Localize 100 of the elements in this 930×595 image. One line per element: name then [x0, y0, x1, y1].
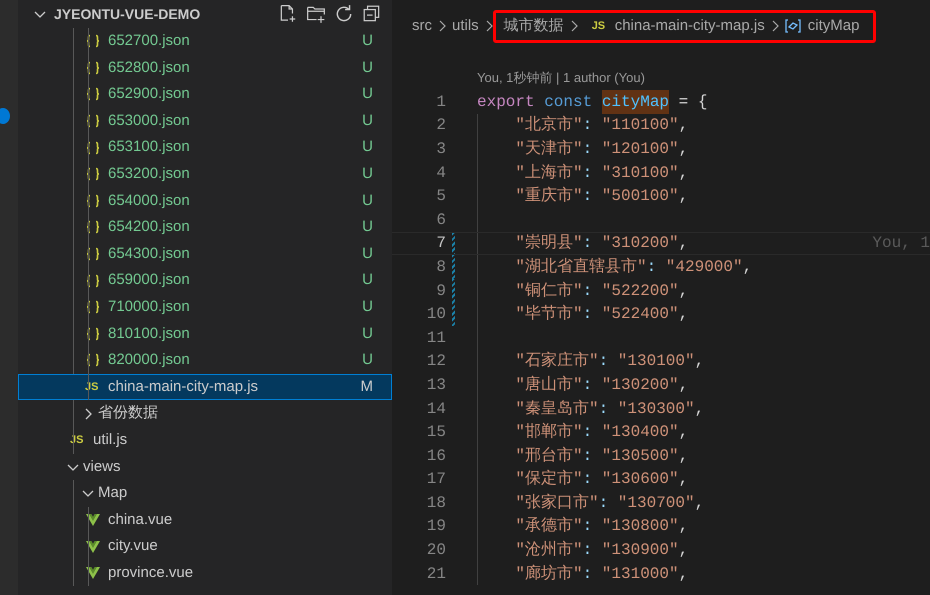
string-literal: "130300": [618, 398, 695, 420]
string-literal: "湖北省直辖县市": [515, 256, 647, 278]
keyword: export: [477, 92, 535, 113]
notification-dot-icon: [0, 108, 10, 124]
file-item[interactable]: 654200.json U: [18, 214, 392, 241]
string-literal: "邯郸市": [515, 422, 583, 444]
code-token: :: [582, 516, 592, 538]
string-literal: "邢台市": [515, 446, 583, 467]
braces-icon: [85, 166, 101, 182]
string-literal: "130400": [602, 422, 679, 444]
breadcrumb-item[interactable]: china-main-city-map.js: [614, 15, 765, 38]
file-item[interactable]: 659000.json U: [18, 267, 392, 294]
breadcrumb-item[interactable]: src: [412, 15, 432, 38]
git-status-letter: U: [362, 58, 374, 78]
string-literal: "石家庄市": [515, 350, 599, 372]
string-literal: "310100": [602, 162, 679, 184]
blame-annotation: You, 1: [872, 233, 930, 254]
identifier: cityMap: [602, 90, 670, 114]
line-number: 9: [435, 280, 446, 302]
string-literal: "130700": [618, 492, 695, 514]
code-token: :: [582, 280, 592, 302]
code-token: :: [582, 162, 592, 184]
folder-item[interactable]: Map: [18, 480, 392, 507]
line-number: 3: [435, 138, 446, 160]
file-item[interactable]: 810100.json U: [18, 320, 392, 348]
git-status-letter: U: [362, 84, 374, 104]
code-token: = {: [678, 92, 708, 113]
folder-item[interactable]: views: [18, 454, 392, 480]
string-literal: "铜仁市": [515, 280, 583, 302]
code-token: :: [598, 351, 608, 372]
code-token: ,: [742, 256, 752, 278]
line-number: 19: [426, 516, 446, 538]
string-literal: "429000": [666, 256, 743, 278]
code-token: ,: [678, 138, 688, 160]
code-token: ,: [678, 422, 688, 444]
folder-item[interactable]: 省份数据: [18, 400, 392, 427]
braces-icon: [85, 140, 101, 156]
string-literal: "110100": [602, 115, 679, 136]
file-item[interactable]: 653000.json U: [18, 108, 392, 134]
breadcrumb-item[interactable]: 城市数据: [504, 15, 564, 38]
string-literal: "保定市": [515, 468, 583, 490]
file-item[interactable]: 652700.json U: [18, 28, 392, 55]
codelens-text[interactable]: You, 1秒钟前 | 1 author (You): [392, 68, 930, 90]
braces-icon: [85, 33, 101, 50]
git-status-letter: U: [362, 217, 374, 238]
string-literal: "沧州市": [515, 540, 583, 562]
keyword: const: [544, 92, 592, 113]
code-token: ,: [678, 162, 688, 184]
string-literal: "310200": [602, 233, 679, 254]
file-item[interactable]: 652800.json U: [18, 54, 392, 82]
file-item[interactable]: 710000.json U: [18, 294, 392, 321]
code-token: ,: [678, 233, 688, 254]
string-literal: "130600": [602, 469, 679, 490]
line-number: 4: [435, 162, 446, 184]
string-literal: "130500": [602, 446, 679, 467]
code-token: :: [598, 398, 608, 420]
v-logo-icon: [85, 538, 101, 555]
file-item[interactable]: 654300.json U: [18, 240, 392, 268]
file-item[interactable]: 653100.json U: [18, 134, 392, 161]
file-item[interactable]: 654000.json U: [18, 188, 392, 214]
section-title[interactable]: JYEONTU-VUE-DEMO: [54, 4, 200, 24]
collapse-all-icon: [362, 4, 382, 24]
string-literal: "承德市": [515, 516, 583, 538]
breadcrumb-item[interactable]: cityMap: [808, 15, 860, 38]
line-number: 15: [426, 422, 446, 444]
new-file-icon: [278, 4, 298, 24]
braces-icon: [85, 86, 101, 102]
file-item[interactable]: china.vue: [18, 506, 392, 534]
git-status-letter: M: [360, 376, 374, 397]
line-number: 21: [426, 564, 446, 585]
braces-icon: [85, 272, 101, 289]
git-status-letter: U: [362, 110, 374, 131]
file-item[interactable]: 820000.json U: [18, 347, 392, 374]
new-folder-icon: [306, 4, 326, 24]
line-number: 20: [426, 540, 446, 562]
file-item[interactable]: 653200.json U: [18, 160, 392, 188]
file-item[interactable]: city.vue: [18, 533, 392, 560]
line-number: 17: [426, 469, 446, 490]
line-number: 13: [426, 374, 446, 396]
string-literal: "500100": [602, 186, 679, 208]
line-number: 1: [435, 92, 446, 113]
line-number: 2: [435, 115, 446, 136]
code-token: :: [598, 492, 608, 514]
breadcrumb-item[interactable]: utils: [452, 15, 479, 38]
variable-icon: [784, 18, 801, 34]
braces-icon: [85, 246, 101, 262]
v-logo-icon: [85, 512, 101, 528]
line-number: 16: [426, 446, 446, 467]
code-token: ,: [678, 516, 688, 538]
code-token: ,: [678, 280, 688, 302]
v-logo-icon: [85, 565, 101, 582]
git-status-letter: U: [362, 31, 374, 52]
git-status-letter: U: [362, 270, 374, 290]
git-status-letter: U: [362, 244, 374, 264]
file-item[interactable]: province.vue: [18, 560, 392, 586]
line-number: 11: [426, 328, 446, 349]
code-token: ,: [678, 446, 688, 467]
file-item[interactable]: 652900.json U: [18, 81, 392, 108]
string-literal: "130100": [618, 351, 695, 372]
code-token: ,: [694, 492, 704, 514]
